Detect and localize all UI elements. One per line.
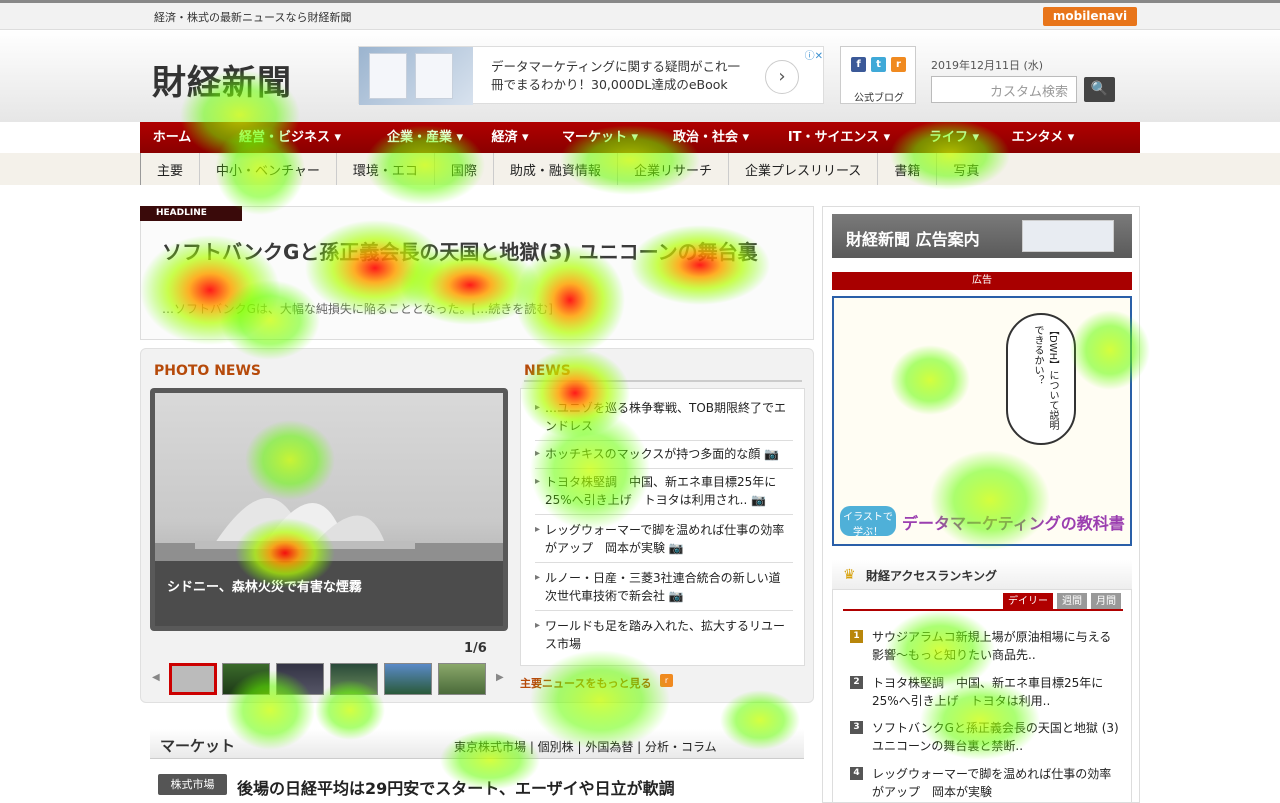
nav-business[interactable]: 経営・ビジネス ▾	[204, 122, 376, 153]
twitter-icon[interactable]: t	[871, 57, 886, 72]
ranking-item[interactable]: 2 トヨタ株堅調 中国、新エネ車目標25年に25%へ引き上げ トヨタは利用..	[850, 674, 1120, 710]
nav-it-science[interactable]: IT・サイエンス ▾	[768, 122, 910, 153]
search-button[interactable]: 🔍	[1084, 77, 1115, 102]
thumbnail-1[interactable]	[169, 663, 217, 695]
rss-icon[interactable]: r	[660, 674, 673, 687]
photo-news-label: PHOTO NEWS	[154, 363, 262, 379]
ranking-item-text[interactable]: レッグウォーマーで脚を温めれば仕事の効率がアップ 岡本が実験	[872, 767, 1111, 799]
rss-icon[interactable]: r	[891, 57, 906, 72]
subnav-press[interactable]: 企業プレスリリース	[727, 153, 877, 185]
headline-summary[interactable]: …ソフトバンクGは、大幅な純損失に陥ることとなった。[…続きを読む]	[162, 300, 553, 317]
market-article-title[interactable]: 後場の日経平均は29円安でスタート、エーザイや日立が軟調	[237, 775, 675, 799]
nav-home[interactable]: ホーム	[140, 122, 204, 153]
ranking-item-text[interactable]: ソフトバンクGと孫正義会長の天国と地獄 (3) ユニコーンの舞台裏と禁断..	[872, 721, 1119, 753]
search-icon: 🔍	[1090, 81, 1109, 97]
ad-close-icon[interactable]: ⓘ✕	[797, 47, 823, 62]
thumb-prev-icon[interactable]: ◀	[152, 672, 160, 683]
thumbnail-5[interactable]	[384, 663, 432, 695]
ad-guide-image	[1022, 220, 1114, 252]
news-item[interactable]: ホッチキスのマックスが持つ多面的な顔 📷	[535, 445, 793, 469]
ad-arrow-icon[interactable]: ›	[765, 60, 799, 94]
subnav-main[interactable]: 主要	[140, 153, 199, 185]
market-label: マーケット	[160, 737, 236, 755]
subnav-funding[interactable]: 助成・融資情報	[492, 153, 617, 185]
subnav-photos[interactable]: 写真	[936, 153, 995, 185]
tab-monthly[interactable]: 月間	[1091, 593, 1121, 610]
news-item[interactable]: トヨタ株堅調 中国、新エネ車目標25年に25%へ引き上げ トヨタは利用され.. …	[535, 473, 793, 515]
main-nav: ホーム 経営・ビジネス ▾ 企業・産業 ▾ 経済 ▾ マーケット ▾ 政治・社会…	[140, 122, 1140, 153]
subnav-eco[interactable]: 環境・エコ	[335, 153, 434, 185]
official-blog-label[interactable]: 公式ブログ	[841, 89, 917, 104]
ad-title[interactable]: データマーケティングの教科書	[902, 510, 1125, 534]
ranking-item-text[interactable]: トヨタ株堅調 中国、新エネ車目標25年に25%へ引き上げ トヨタは利用..	[872, 676, 1103, 708]
tab-weekly[interactable]: 週間	[1057, 593, 1087, 610]
ad-badge: イラストで学ぶ！	[840, 506, 896, 538]
site-logo[interactable]: 財経新聞	[152, 55, 292, 104]
ranking-item-text[interactable]: サウジアラムコ新規上場が原油相場に与える影響〜もっと知りたい商品先..	[872, 630, 1111, 662]
news-divider	[524, 380, 802, 382]
photo-caption[interactable]: シドニー、森林火災で有害な煙霧	[155, 561, 503, 626]
ranking-item[interactable]: 1 サウジアラムコ新規上場が原油相場に与える影響〜もっと知りたい商品先..	[850, 628, 1120, 664]
nav-entertainment[interactable]: エンタメ ▾	[998, 122, 1088, 153]
facebook-icon[interactable]: f	[851, 57, 866, 72]
sub-nav: 主要 中小・ベンチャー 環境・エコ 国際 助成・融資情報 企業リサーチ 企業プレ…	[140, 153, 995, 185]
thumbnail-4[interactable]	[330, 663, 378, 695]
news-item[interactable]: レッグウォーマーで脚を温めれば仕事の効率がアップ 岡本が実験 📷	[535, 521, 793, 563]
news-label: NEWS	[524, 363, 571, 379]
crown-icon: ♛	[843, 567, 856, 583]
thumbnail-2[interactable]	[222, 663, 270, 695]
headline-box	[140, 206, 814, 340]
ranking-title: 財経アクセスランキング	[866, 569, 998, 583]
subnav-research[interactable]: 企業リサーチ	[616, 153, 728, 185]
thumb-next-icon[interactable]: ▶	[496, 672, 504, 683]
subnav-venture[interactable]: 中小・ベンチャー	[199, 153, 336, 185]
photo-image[interactable]: シドニー、森林火災で有害な煙霧	[155, 393, 503, 626]
search-input[interactable]: カスタム検索	[931, 76, 1077, 103]
ad-thumbnail	[359, 47, 473, 105]
ad-label: 広告	[832, 272, 1132, 290]
stock-market-badge: 株式市場	[158, 774, 227, 795]
rank-number: 4	[850, 767, 863, 780]
ad-speech-bubble: 【DWH】について説明できるかい？	[1006, 313, 1076, 445]
photo-slider[interactable]: シドニー、森林火災で有害な煙霧	[150, 388, 508, 631]
ranking-divider	[843, 609, 1123, 611]
official-blog-box[interactable]: f t r 公式ブログ	[840, 46, 916, 104]
site-tagline: 経済・株式の最新ニュースなら財経新聞	[154, 11, 352, 24]
thumbnail-3[interactable]	[276, 663, 324, 695]
nav-life[interactable]: ライフ ▾	[910, 122, 998, 153]
ranking-item[interactable]: 4 レッグウォーマーで脚を温めれば仕事の効率がアップ 岡本が実験	[850, 765, 1120, 801]
photo-counter: 1/6	[464, 641, 487, 656]
nav-market[interactable]: マーケット ▾	[546, 122, 654, 153]
rank-number: 3	[850, 721, 863, 734]
more-news-link[interactable]: 主要ニュースをもっと見る	[520, 675, 651, 691]
rank-number: 2	[850, 676, 863, 689]
subnav-books[interactable]: 書籍	[877, 153, 936, 185]
nav-industry[interactable]: 企業・産業 ▾	[376, 122, 474, 153]
nav-economy[interactable]: 経済 ▾	[474, 122, 546, 153]
news-item[interactable]: ワールドも足を踏み入れた、拡大するリユース市場	[535, 617, 793, 658]
tab-daily[interactable]: デイリー	[1003, 593, 1053, 610]
mobilenavi-link[interactable]: mobilenavi	[1043, 7, 1137, 26]
news-item[interactable]: ルノー・日産・三菱3社連合統合の新しい道 次世代車技術で新会社 📷	[535, 569, 793, 611]
news-list: …ユニゾを巡る株争奪戦、TOB期限終了でエンドレス ホッチキスのマックスが持つ多…	[520, 388, 805, 666]
subnav-international[interactable]: 国際	[433, 153, 493, 185]
nav-politics[interactable]: 政治・社会 ▾	[654, 122, 768, 153]
market-links[interactable]: 東京株式市場 | 個別株 | 外国為替 | 分析・コラム	[454, 738, 717, 755]
headline-tag: HEADLINE	[140, 206, 242, 221]
thumbnail-6[interactable]	[438, 663, 486, 695]
current-date: 2019年12月11日 (水)	[931, 59, 1044, 72]
ranking-item[interactable]: 3 ソフトバンクGと孫正義会長の天国と地獄 (3) ユニコーンの舞台裏と禁断..	[850, 719, 1120, 755]
header-ad-banner[interactable]: データマーケティングに関する疑問がこれ一冊でまるわかり！30,000DL達成のe…	[358, 46, 824, 105]
headline-title[interactable]: ソフトバンクGと孫正義会長の天国と地獄(3) ユニコーンの舞台裏	[162, 236, 758, 265]
news-item[interactable]: …ユニゾを巡る株争奪戦、TOB期限終了でエンドレス	[535, 399, 793, 441]
rank-number: 1	[850, 630, 863, 643]
ad-text: データマーケティングに関する疑問がこれ一冊でまるわかり！30,000DL達成のe…	[491, 59, 741, 92]
